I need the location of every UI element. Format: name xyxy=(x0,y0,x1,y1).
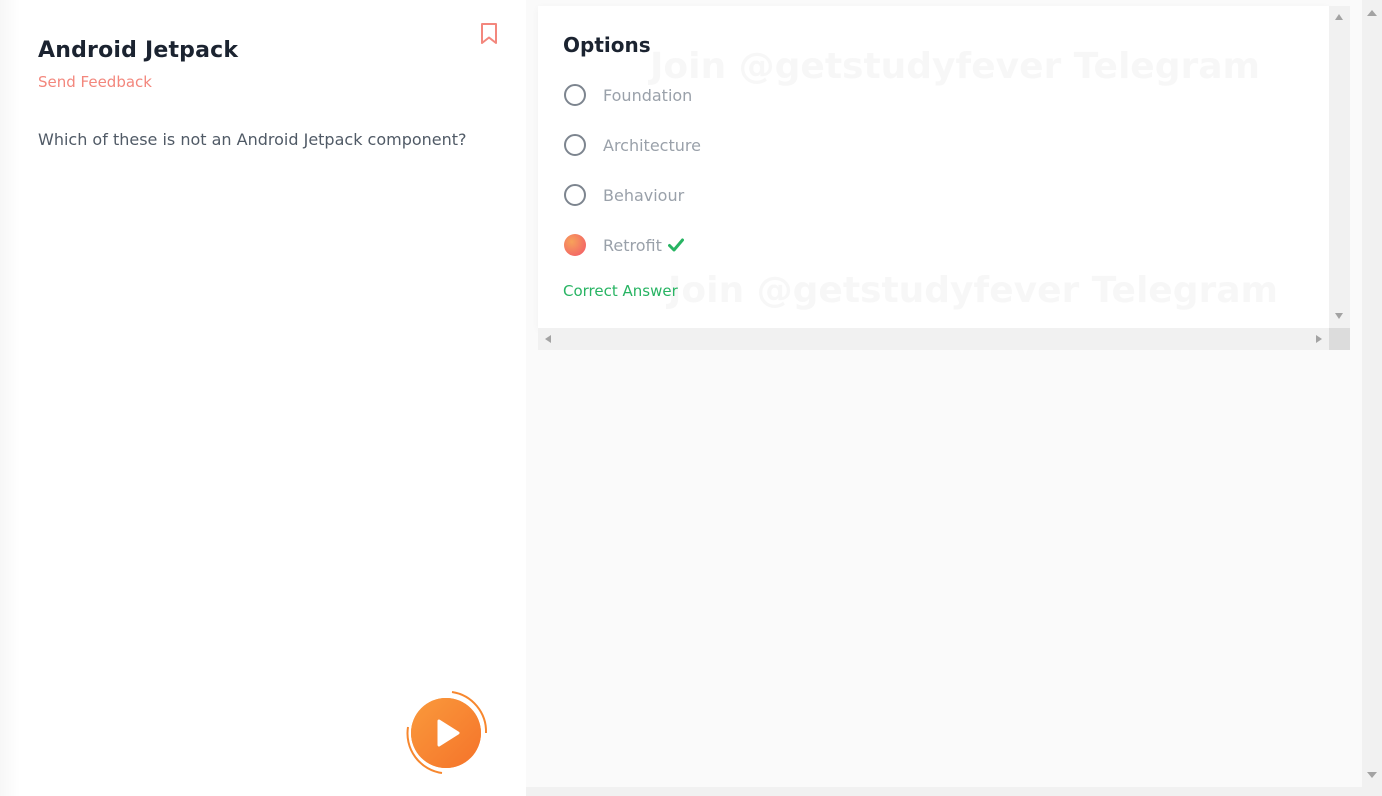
option-label: Retrofit xyxy=(603,235,662,255)
option-architecture[interactable]: Architecture xyxy=(564,133,701,157)
question-text: Which of these is not an Android Jetpack… xyxy=(38,130,467,149)
play-button[interactable] xyxy=(402,689,490,777)
scroll-right-icon[interactable] xyxy=(1316,335,1322,343)
options-card xyxy=(538,6,1329,328)
options-title: Options xyxy=(563,33,651,57)
check-icon xyxy=(667,238,684,252)
radio-button[interactable] xyxy=(564,84,586,106)
option-foundation[interactable]: Foundation xyxy=(564,83,692,107)
question-title: Android Jetpack xyxy=(38,38,239,63)
panel-edge xyxy=(0,0,20,796)
scroll-down-icon[interactable] xyxy=(1367,772,1377,778)
bookmark-icon[interactable] xyxy=(479,22,499,46)
play-icon[interactable] xyxy=(402,689,490,777)
question-panel: Android Jetpack Send Feedback Which of t… xyxy=(0,0,526,796)
radio-button[interactable] xyxy=(564,184,586,206)
option-retrofit[interactable]: Retrofit xyxy=(564,233,684,257)
option-label: Behaviour xyxy=(603,185,685,205)
option-label: Architecture xyxy=(603,135,701,155)
options-scrollbar[interactable] xyxy=(1329,6,1350,328)
radio-button-selected[interactable] xyxy=(564,234,586,256)
radio-button[interactable] xyxy=(564,134,586,156)
option-label: Foundation xyxy=(603,85,693,105)
page-scrollbar[interactable] xyxy=(1362,0,1382,796)
correct-answer-label: Correct Answer xyxy=(563,282,678,300)
scroll-down-icon[interactable] xyxy=(1335,313,1343,319)
scroll-corner xyxy=(1329,328,1350,350)
option-behaviour[interactable]: Behaviour xyxy=(564,183,684,207)
scroll-up-icon[interactable] xyxy=(1335,14,1343,20)
send-feedback-link[interactable]: Send Feedback xyxy=(38,73,152,91)
options-horizontal-scrollbar[interactable] xyxy=(538,328,1329,350)
page-horizontal-scrollbar[interactable] xyxy=(526,787,1362,796)
scroll-up-icon[interactable] xyxy=(1367,10,1377,16)
scroll-left-icon[interactable] xyxy=(545,335,551,343)
